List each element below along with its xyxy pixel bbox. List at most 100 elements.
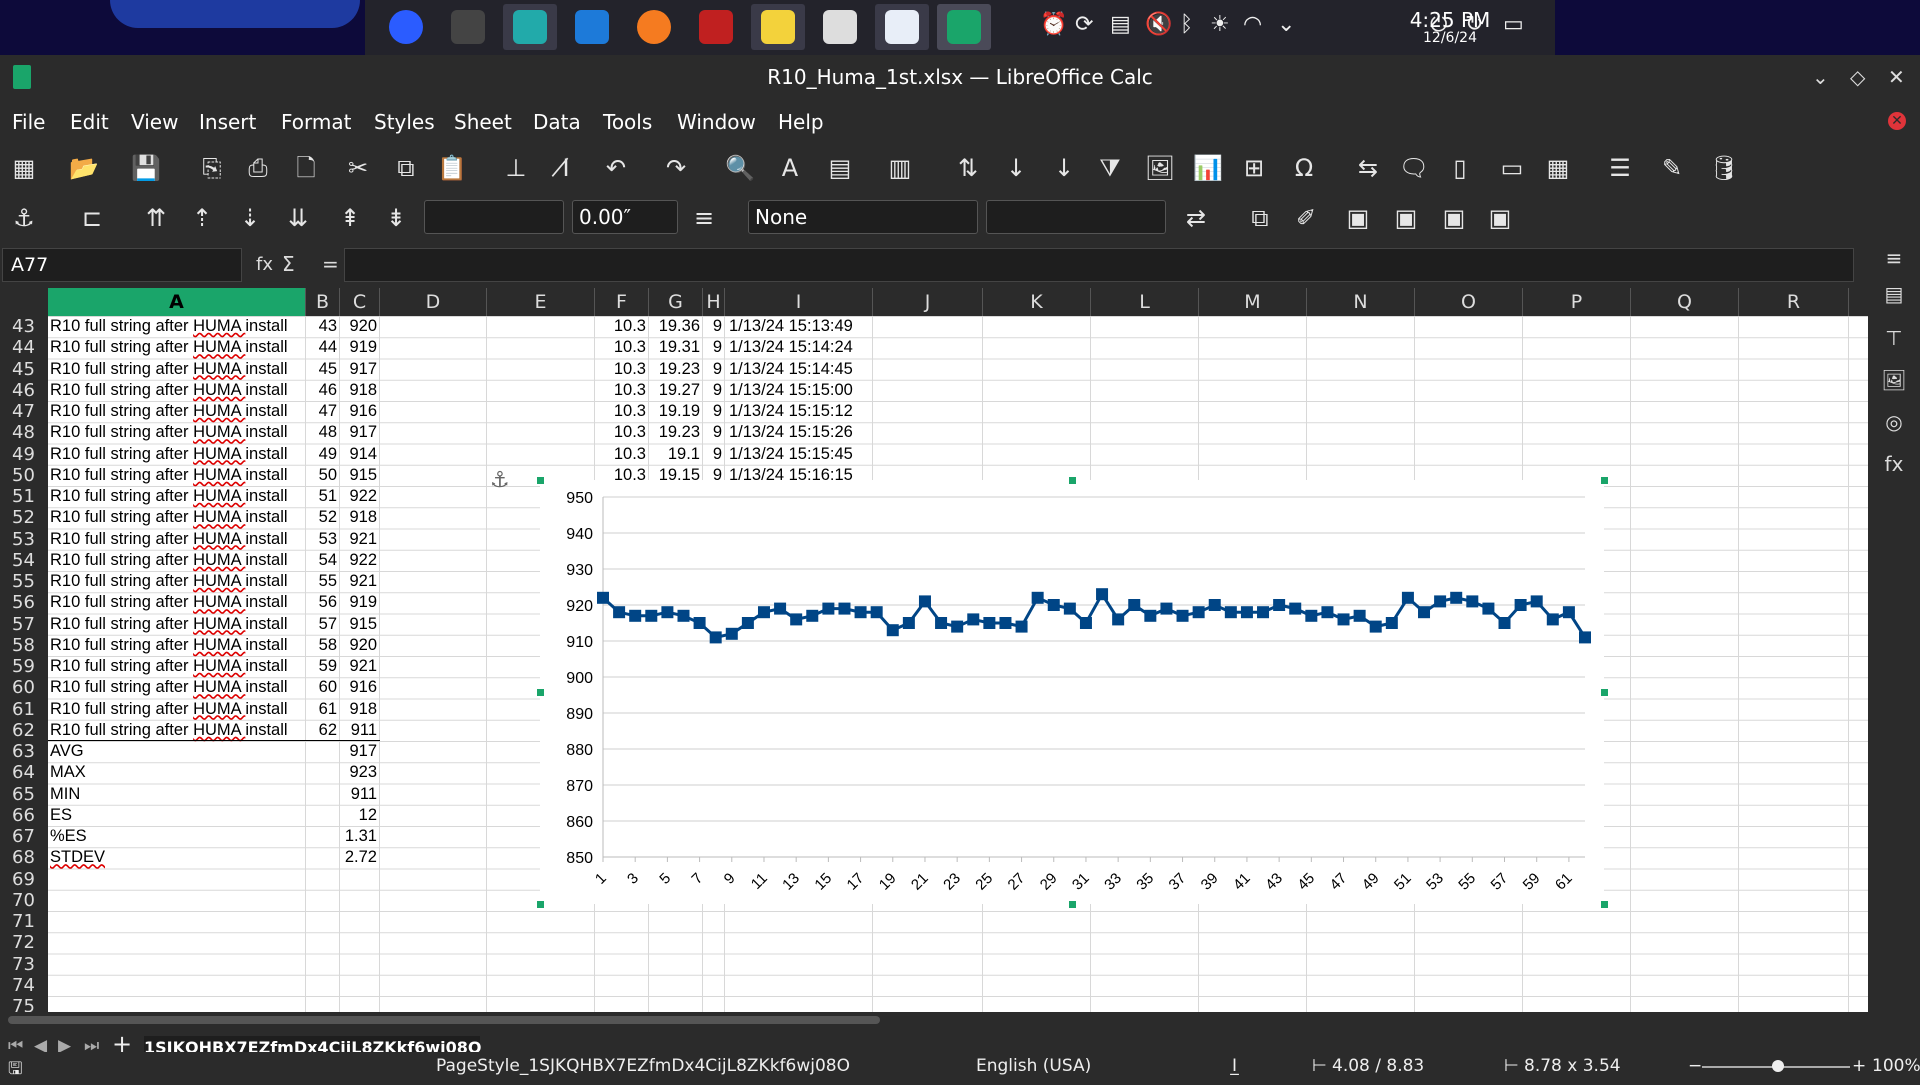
row-header[interactable]: 68 — [0, 847, 48, 868]
cell-index[interactable]: 51 — [308, 486, 337, 507]
line-style-select[interactable] — [424, 200, 564, 234]
horizontal-scrollbar[interactable] — [8, 1016, 880, 1024]
menu-tools[interactable]: Tools — [603, 110, 652, 134]
line-color-icon[interactable]: ≡ — [688, 202, 720, 234]
forward-one-icon[interactable]: ⇡ — [186, 202, 218, 234]
menu-data[interactable]: Data — [533, 110, 581, 134]
row-header[interactable]: 56 — [0, 592, 48, 613]
zoom-out-icon[interactable]: − — [1688, 1056, 1702, 1076]
cell-value[interactable]: 917 — [342, 422, 377, 443]
chart-anchor-icon[interactable]: ⚓ — [490, 468, 510, 493]
cell-label[interactable]: R10 full string after HUMA install — [50, 699, 303, 720]
cell-value[interactable]: 917 — [342, 741, 377, 762]
cell-index[interactable]: 48 — [308, 422, 337, 443]
find-replace-icon[interactable]: 🔍 — [724, 152, 756, 184]
row-header[interactable]: 59 — [0, 656, 48, 677]
cell-index[interactable]: 55 — [308, 571, 337, 592]
row-header[interactable]: 57 — [0, 614, 48, 635]
cell-index[interactable]: 50 — [308, 465, 337, 486]
row-header[interactable]: 47 — [0, 401, 48, 422]
cell-value[interactable]: 921 — [342, 571, 377, 592]
cell-value[interactable]: 1.31 — [342, 826, 377, 847]
cell-label[interactable]: R10 full string after HUMA install — [50, 529, 303, 550]
selection-handle[interactable] — [1069, 901, 1076, 908]
cell-label[interactable]: R10 full string after HUMA install — [50, 359, 303, 380]
row-header[interactable]: 60 — [0, 677, 48, 698]
cell-h[interactable]: 9 — [705, 401, 722, 422]
transformations-icon[interactable]: ⧉ — [1244, 202, 1276, 234]
menu-sheet[interactable]: Sheet — [454, 110, 512, 134]
column-header-N[interactable]: N — [1307, 288, 1415, 316]
anchor-icon[interactable]: ⚓ — [8, 202, 40, 234]
styles-icon[interactable]: ⊤ — [1880, 326, 1908, 354]
undo-icon[interactable]: ↶ — [600, 152, 632, 184]
menu-format[interactable]: Format — [281, 110, 351, 134]
row-header[interactable]: 72 — [0, 932, 48, 953]
row-header[interactable]: 44 — [0, 337, 48, 358]
selection-handle[interactable] — [537, 901, 544, 908]
calc-button[interactable] — [937, 4, 991, 50]
autofilter-icon[interactable]: ⧩ — [1094, 152, 1126, 184]
wrap-left-icon[interactable]: ▣ — [1438, 202, 1470, 234]
row-header[interactable]: 55 — [0, 571, 48, 592]
column-header-J[interactable]: J — [873, 288, 983, 316]
text-editor-button[interactable] — [813, 4, 867, 50]
export-pdf-icon[interactable]: ⎘ — [196, 152, 228, 184]
row-header[interactable]: 75 — [0, 996, 48, 1012]
column-header-A[interactable]: A — [48, 288, 306, 316]
sidebar-menu-icon[interactable]: ≡ — [1880, 246, 1908, 274]
functions-icon[interactable]: fx — [1880, 452, 1908, 480]
open-folder-icon[interactable]: 📂 — [68, 152, 100, 184]
arrow-style-icon[interactable]: ⇄ — [1180, 202, 1212, 234]
spelling-icon[interactable]: A — [774, 152, 806, 184]
sort-ascending-icon[interactable]: ↓ — [1000, 152, 1032, 184]
cell-label[interactable]: MIN — [50, 784, 303, 805]
cell-label[interactable]: R10 full string after HUMA install — [50, 614, 303, 635]
wifi-icon[interactable]: ◠ — [1243, 12, 1262, 37]
cell-h[interactable]: 9 — [705, 422, 722, 443]
properties-icon[interactable]: ▤ — [1880, 282, 1908, 310]
cell-label[interactable]: R10 full string after HUMA install — [50, 720, 303, 741]
cell-index[interactable]: 62 — [308, 720, 337, 741]
cell-h[interactable]: 9 — [705, 359, 722, 380]
row-header[interactable]: 51 — [0, 486, 48, 507]
print-icon[interactable]: ⎙ — [242, 152, 274, 184]
header-footer-icon[interactable]: ▯ — [1444, 152, 1476, 184]
updates-icon[interactable]: ⟳ — [1075, 12, 1093, 37]
cell-value[interactable]: 922 — [342, 550, 377, 571]
show-draw-functions-icon[interactable]: ✎ — [1656, 152, 1688, 184]
line-width-input[interactable]: 0.00″ — [572, 200, 678, 234]
menu-file[interactable]: File — [12, 110, 45, 134]
cell-h[interactable]: 9 — [705, 316, 722, 337]
row-header[interactable]: 50 — [0, 465, 48, 486]
language[interactable]: English (USA) — [976, 1056, 1091, 1076]
cell-value[interactable]: 920 — [342, 635, 377, 656]
cell-f[interactable]: 10.3 — [597, 359, 646, 380]
cell-index[interactable]: 56 — [308, 592, 337, 613]
cell-value[interactable]: 916 — [342, 677, 377, 698]
cell-f[interactable]: 10.3 — [597, 337, 646, 358]
cell-value[interactable]: 916 — [342, 401, 377, 422]
cell-index[interactable]: 59 — [308, 656, 337, 677]
menu-edit[interactable]: Edit — [70, 110, 109, 134]
app-launcher-button[interactable] — [379, 4, 433, 50]
cell-h[interactable]: 9 — [705, 444, 722, 465]
menu-insert[interactable]: Insert — [199, 110, 256, 134]
cell-value[interactable]: 915 — [342, 614, 377, 635]
chevron-down-icon[interactable]: ⌄ — [1277, 12, 1295, 37]
column-header-E[interactable]: E — [487, 288, 595, 316]
cell-value[interactable]: 921 — [342, 656, 377, 677]
cell-label[interactable]: R10 full string after HUMA install — [50, 465, 303, 486]
cell-index[interactable]: 60 — [308, 677, 337, 698]
copy-icon[interactable]: ⧉ — [390, 152, 422, 184]
selection-handle[interactable] — [537, 689, 544, 696]
redo-icon[interactable]: ↷ — [660, 152, 692, 184]
cell-label[interactable]: R10 full string after HUMA install — [50, 550, 303, 571]
row-header[interactable]: 45 — [0, 359, 48, 380]
arrow-style-select[interactable]: None — [748, 200, 978, 234]
cell-f[interactable]: 10.3 — [597, 444, 646, 465]
send-to-back-icon[interactable]: ⇊ — [282, 202, 314, 234]
row-header[interactable]: 65 — [0, 784, 48, 805]
column-header-D[interactable]: D — [380, 288, 487, 316]
selection-handle[interactable] — [1601, 901, 1608, 908]
